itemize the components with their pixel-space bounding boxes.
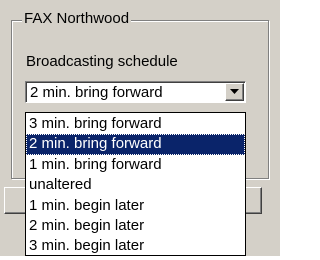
dropdown-option[interactable]: 2 min. bring forward <box>26 134 245 155</box>
dropdown-option[interactable]: 2 min. begin later <box>26 216 245 236</box>
dropdown-option[interactable]: 3 min. begin later <box>26 236 245 256</box>
broadcasting-schedule-label: Broadcasting schedule <box>26 53 178 70</box>
dialog: FAX Northwood Broadcasting schedule 2 mi… <box>0 0 280 256</box>
combo-selected-value: 2 min. bring forward <box>30 84 163 101</box>
dropdown-option[interactable]: 1 min. begin later <box>26 196 245 216</box>
dropdown-option[interactable]: 3 min. bring forward <box>26 114 245 134</box>
dropdown-list: 3 min. bring forward 2 min. bring forwar… <box>25 112 246 256</box>
dropdown-option[interactable]: unaltered <box>26 175 245 195</box>
group-title: FAX Northwood <box>22 10 132 28</box>
chevron-down-icon <box>230 89 239 94</box>
dropdown-option[interactable]: 1 min. bring forward <box>26 155 245 175</box>
combo-dropdown-button[interactable] <box>225 83 244 101</box>
broadcasting-schedule-combo[interactable]: 2 min. bring forward <box>25 81 246 103</box>
